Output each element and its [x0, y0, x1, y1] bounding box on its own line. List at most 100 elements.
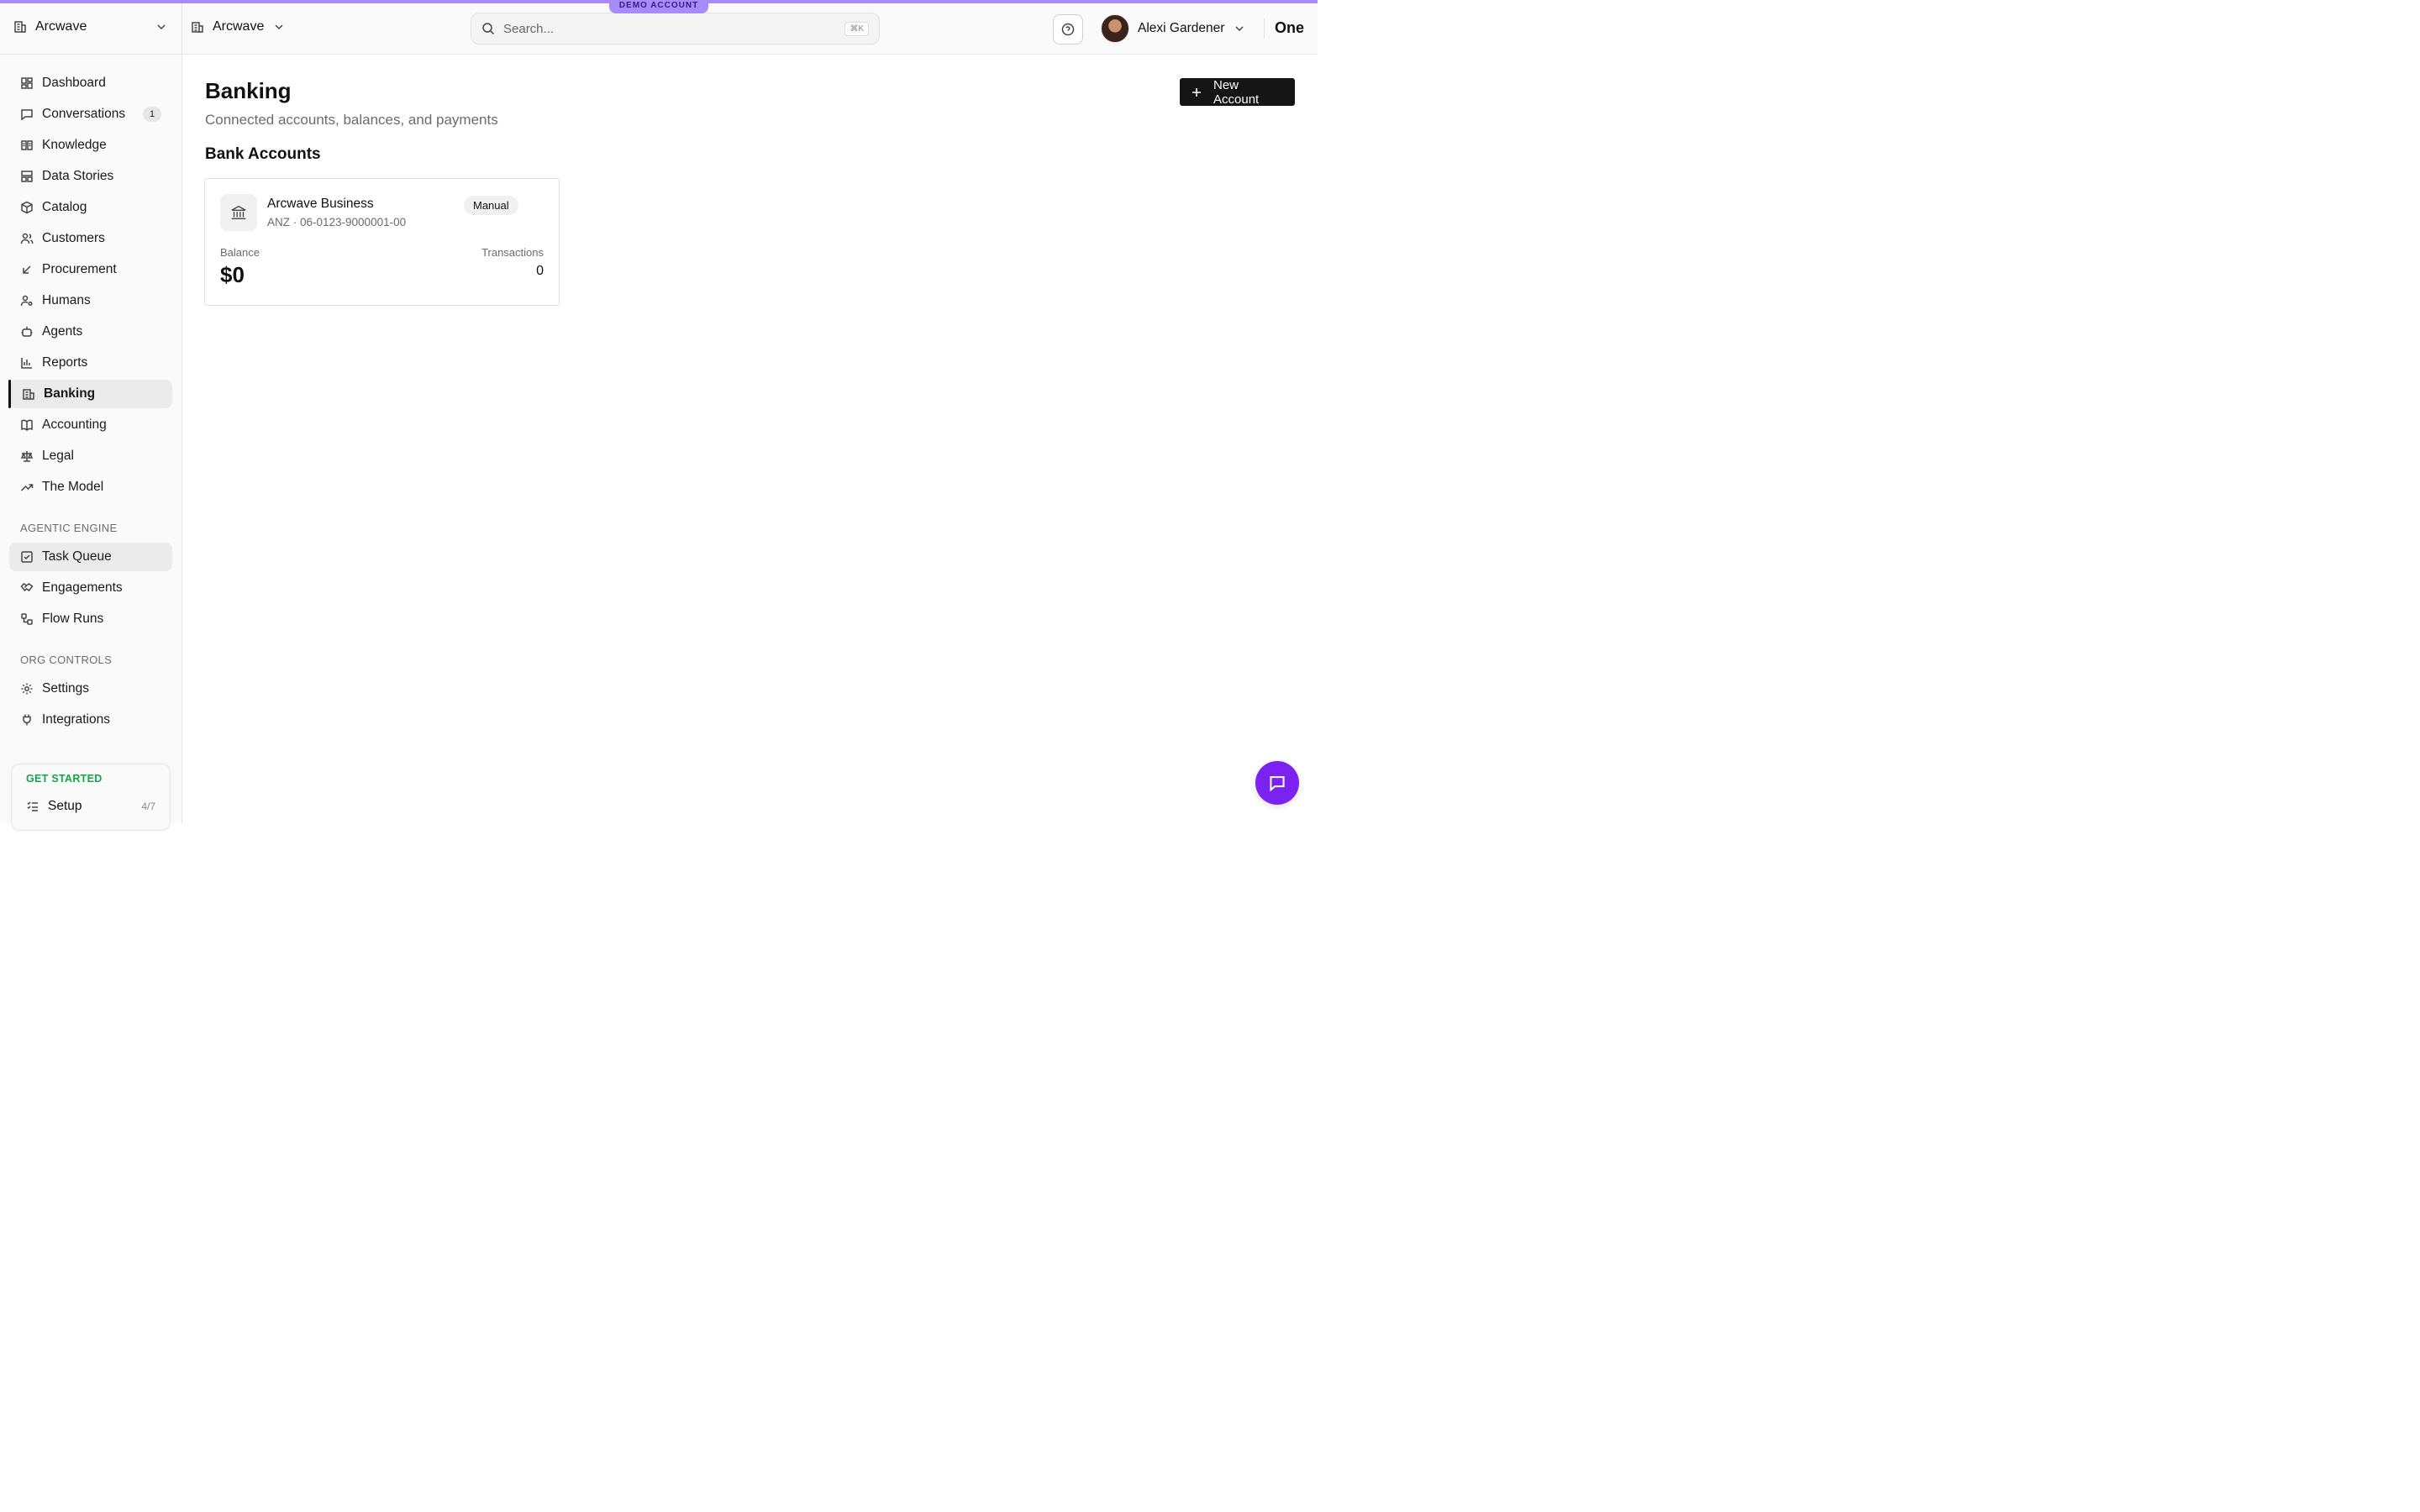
section-title-org-controls: ORG CONTROLS — [20, 654, 113, 666]
user-name: Alexi Gardener — [1138, 21, 1225, 35]
search-icon — [481, 22, 495, 35]
sidebar-item-label: Customers — [42, 231, 105, 245]
sidebar-item-conversations[interactable]: Conversations 1 — [9, 100, 172, 129]
building-icon — [22, 387, 35, 401]
section-title-agentic-engine: AGENTIC ENGINE — [20, 522, 118, 534]
chat-icon — [20, 108, 34, 121]
new-account-label: New Account — [1213, 77, 1260, 107]
sidebar-item-humans[interactable]: Humans — [9, 286, 172, 315]
arrow-down-left-icon — [20, 263, 34, 276]
status-badge: Manual — [464, 196, 518, 215]
transactions-value: 0 — [536, 264, 544, 278]
sidebar-item-the-model[interactable]: The Model — [9, 473, 172, 501]
sidebar-item-agents[interactable]: Agents — [9, 318, 172, 346]
org-name: Arcwave — [35, 19, 87, 34]
sidebar-item-label: The Model — [42, 480, 104, 494]
package-icon — [20, 201, 34, 214]
get-started-panel: GET STARTED Setup 4/7 — [11, 764, 171, 831]
user-cog-icon — [20, 294, 34, 307]
users-icon — [20, 232, 34, 245]
chevron-down-icon — [1233, 22, 1246, 35]
help-circle-icon — [1061, 23, 1075, 36]
divider — [1264, 18, 1265, 39]
list-checks-icon — [26, 800, 39, 813]
sidebar-item-label: Procurement — [42, 262, 117, 276]
setup-item[interactable]: Setup 4/7 — [26, 799, 155, 814]
top-bar: Arcwave Search... ⌘K Alexi Gardener One — [182, 0, 1318, 55]
sidebar-item-procurement[interactable]: Procurement — [9, 255, 172, 284]
search-placeholder: Search... — [503, 21, 555, 36]
book-icon — [20, 418, 34, 432]
sidebar-item-label: Task Queue — [42, 549, 112, 564]
sidebar-item-label: Integrations — [42, 712, 110, 727]
avatar — [1101, 14, 1129, 43]
message-icon — [1268, 774, 1286, 792]
sidebar-item-task-queue[interactable]: Task Queue — [9, 543, 172, 571]
workspace-switcher[interactable]: Arcwave — [191, 19, 286, 34]
search-shortcut: ⌘K — [844, 21, 869, 36]
balance-label: Balance — [220, 246, 260, 259]
handshake-icon — [20, 581, 34, 595]
workflow-icon — [20, 612, 34, 626]
layout-icon — [20, 170, 34, 183]
sidebar-item-label: Flow Runs — [42, 612, 104, 626]
sidebar-item-accounting[interactable]: Accounting — [9, 411, 172, 439]
get-started-title: GET STARTED — [26, 773, 103, 785]
chevron-down-icon — [155, 20, 168, 34]
building-icon — [13, 20, 27, 34]
section-heading: Bank Accounts — [205, 145, 321, 163]
setup-progress: 4/7 — [141, 801, 155, 812]
balance-value: $0 — [220, 262, 245, 287]
help-button[interactable] — [1053, 14, 1083, 45]
bar-chart-icon — [20, 356, 34, 370]
dashboard-icon — [20, 76, 34, 90]
sidebar-item-label: Legal — [42, 449, 74, 463]
main-nav: Dashboard Conversations 1 Knowledge Data… — [0, 55, 182, 734]
sidebar-item-label: Dashboard — [42, 76, 106, 90]
new-account-button[interactable]: New Account — [1180, 77, 1295, 107]
page-subtitle: Connected accounts, balances, and paymen… — [205, 112, 498, 128]
building-icon — [191, 20, 204, 34]
sidebar-item-label: Humans — [42, 293, 91, 307]
account-name: Arcwave Business — [267, 197, 374, 211]
sidebar-item-flow-runs[interactable]: Flow Runs — [9, 605, 172, 633]
sidebar-item-label: Conversations — [42, 107, 126, 121]
sidebar-item-engagements[interactable]: Engagements — [9, 574, 172, 602]
sidebar-item-catalog[interactable]: Catalog — [9, 193, 172, 222]
book-open-icon — [20, 139, 34, 152]
sidebar-item-label: Catalog — [42, 200, 87, 214]
sidebar-item-label: Banking — [44, 386, 96, 401]
user-menu[interactable]: Alexi Gardener — [1101, 14, 1246, 43]
bank-account-card[interactable]: Arcwave Business ANZ · 06-0123-9000001-0… — [204, 178, 560, 306]
transactions-label: Transactions — [481, 246, 544, 259]
sidebar-item-integrations[interactable]: Integrations — [9, 706, 172, 734]
sidebar-item-banking[interactable]: Banking — [8, 380, 172, 408]
chevron-down-icon — [272, 20, 286, 34]
workspace-name: Arcwave — [213, 19, 265, 34]
scale-icon — [20, 449, 34, 463]
trending-up-icon — [20, 480, 34, 494]
brand-logo: One — [1275, 19, 1305, 36]
gear-icon — [20, 682, 34, 696]
chat-button[interactable] — [1255, 761, 1299, 805]
sidebar-item-data-stories[interactable]: Data Stories — [9, 162, 172, 191]
sidebar-item-customers[interactable]: Customers — [9, 224, 172, 253]
sidebar-item-label: Knowledge — [42, 138, 107, 152]
sidebar-item-reports[interactable]: Reports — [9, 349, 172, 377]
org-switcher[interactable]: Arcwave — [0, 0, 182, 55]
sidebar-item-settings[interactable]: Settings — [9, 675, 172, 703]
sidebar: Arcwave Dashboard Conversations 1 Knowle… — [0, 0, 182, 831]
plus-icon — [1190, 86, 1203, 99]
sidebar-item-dashboard[interactable]: Dashboard — [9, 69, 172, 97]
sidebar-item-legal[interactable]: Legal — [9, 442, 172, 470]
sidebar-item-knowledge[interactable]: Knowledge — [9, 131, 172, 160]
unread-badge: 1 — [143, 107, 161, 122]
sidebar-item-label: Agents — [42, 324, 83, 339]
sidebar-item-label: Data Stories — [42, 169, 114, 183]
check-square-icon — [20, 550, 34, 564]
sidebar-item-label: Reports — [42, 355, 88, 370]
sidebar-item-label: Accounting — [42, 417, 107, 432]
page-title: Banking — [205, 78, 292, 103]
account-number: ANZ · 06-0123-9000001-00 — [267, 216, 407, 228]
search-input[interactable]: Search... ⌘K — [471, 13, 880, 45]
